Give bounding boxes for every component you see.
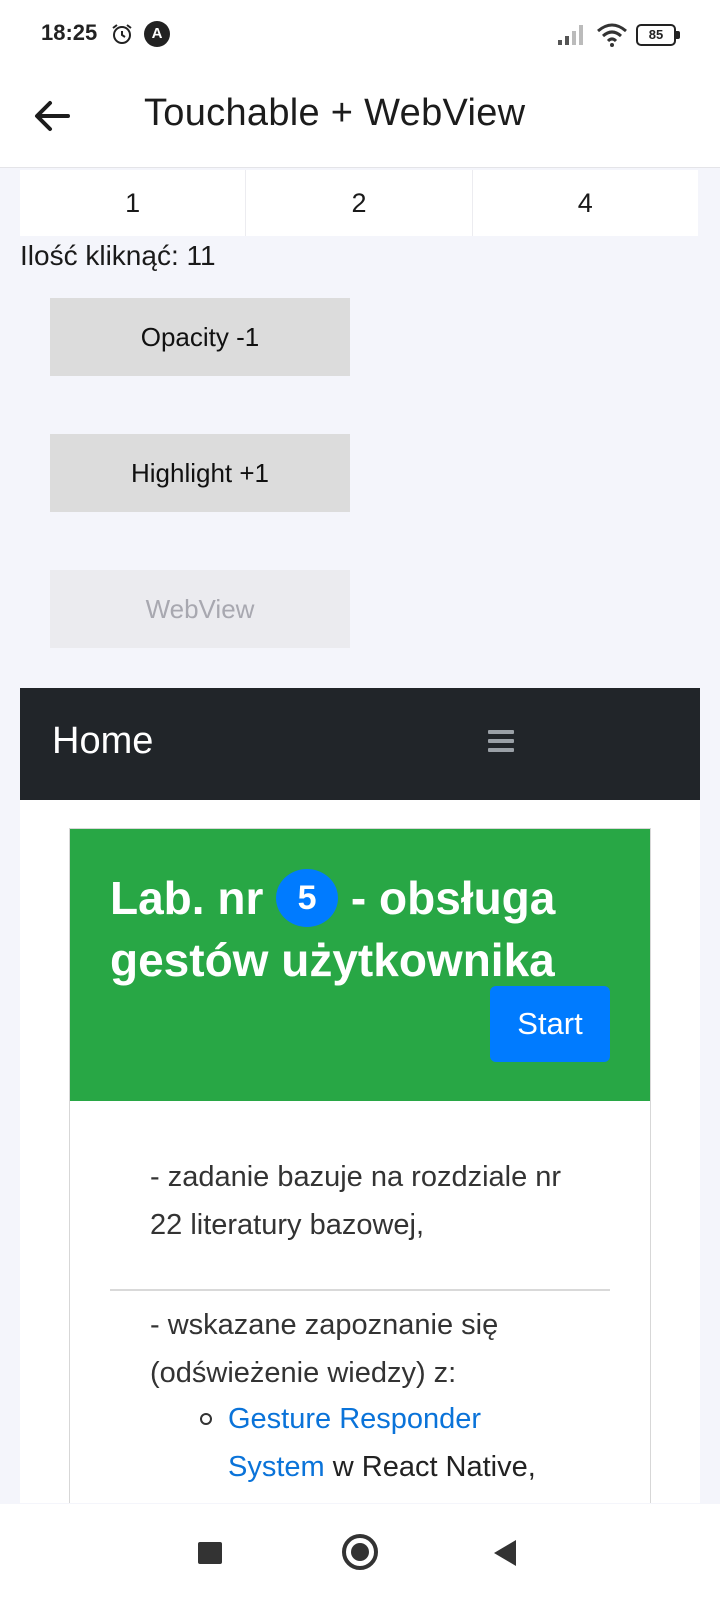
navbar-brand-home[interactable]: Home — [52, 720, 153, 763]
back-triangle-icon[interactable] — [494, 1540, 516, 1566]
lab-card: Lab. nr 5 - obsługa gestów użytkownika S… — [69, 828, 651, 1503]
list-item: - wskazane zapoznanie się (odświeżenie w… — [150, 1309, 499, 1389]
home-circle-icon[interactable] — [342, 1534, 378, 1570]
hamburger-icon[interactable] — [488, 730, 514, 754]
opacity-button[interactable]: Opacity -1 — [50, 298, 350, 376]
tab-2[interactable]: 2 — [246, 170, 473, 236]
sub-list-item: Gesture Responder System w React Native, — [200, 1395, 580, 1491]
click-counter: Ilość kliknąć: 11 — [20, 240, 216, 271]
recents-square-icon[interactable] — [198, 1542, 222, 1564]
a-app-icon: A — [144, 21, 170, 47]
status-time: 18:25 — [41, 20, 98, 45]
app-bar: Touchable + WebView — [0, 68, 720, 168]
card-header: Lab. nr 5 - obsługa gestów użytkownika S… — [70, 829, 650, 1101]
divider — [110, 1289, 610, 1291]
status-bar: 18:25 A 85 — [0, 0, 720, 68]
card-title: Lab. nr 5 - obsługa gestów użytkownika — [110, 868, 610, 989]
tab-bar: 1 2 4 — [20, 170, 698, 236]
circle-bullet-icon — [200, 1413, 212, 1425]
system-nav-bar — [0, 1504, 720, 1600]
page-title: Touchable + WebView — [144, 92, 526, 134]
card-title-prefix: Lab. nr — [110, 872, 277, 924]
sub-list-text: w React Native, — [324, 1451, 536, 1483]
webview-navbar: Home — [20, 688, 700, 800]
webview-panel[interactable]: Home Lab. nr 5 - obsługa gestów użytkown… — [20, 688, 700, 1503]
start-button[interactable]: Start — [490, 986, 610, 1062]
wifi-icon — [597, 23, 627, 47]
list-item: - zadanie bazuje na rozdziale nr 22 lite… — [150, 1161, 562, 1241]
lab-number-badge: 5 — [276, 868, 339, 927]
signal-icon — [558, 25, 583, 45]
webview-button[interactable]: WebView — [50, 570, 350, 648]
alarm-icon — [112, 24, 132, 44]
highlight-button[interactable]: Highlight +1 — [50, 434, 350, 512]
battery-level: 85 — [636, 24, 676, 46]
tab-1[interactable]: 1 — [20, 170, 247, 236]
tab-4[interactable]: 4 — [473, 170, 698, 236]
battery-icon: 85 — [636, 24, 680, 46]
arrow-left-icon[interactable] — [28, 92, 76, 140]
